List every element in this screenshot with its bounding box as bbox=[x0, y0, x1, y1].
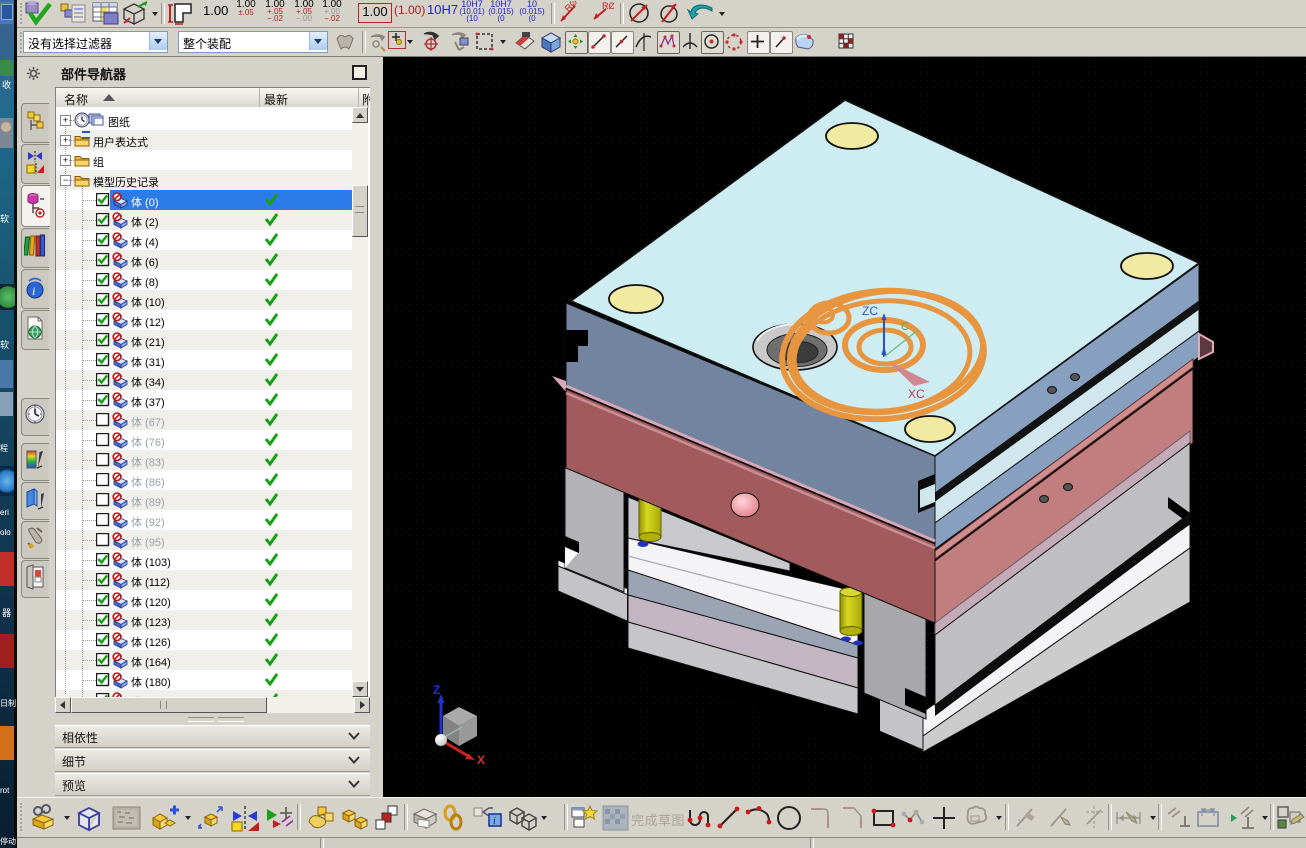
svg-text:i: i bbox=[493, 816, 496, 827]
svg-text:i: i bbox=[32, 284, 35, 298]
svg-text:XC: XC bbox=[908, 387, 925, 401]
svg-text:RØ: RØ bbox=[602, 1, 614, 11]
svg-text:C: C bbox=[901, 321, 909, 333]
svg-text:Z: Z bbox=[433, 683, 440, 697]
svg-text:ZC: ZC bbox=[862, 304, 878, 318]
svg-text:RØ: RØ bbox=[563, 1, 580, 14]
svg-text:X: X bbox=[477, 753, 485, 767]
